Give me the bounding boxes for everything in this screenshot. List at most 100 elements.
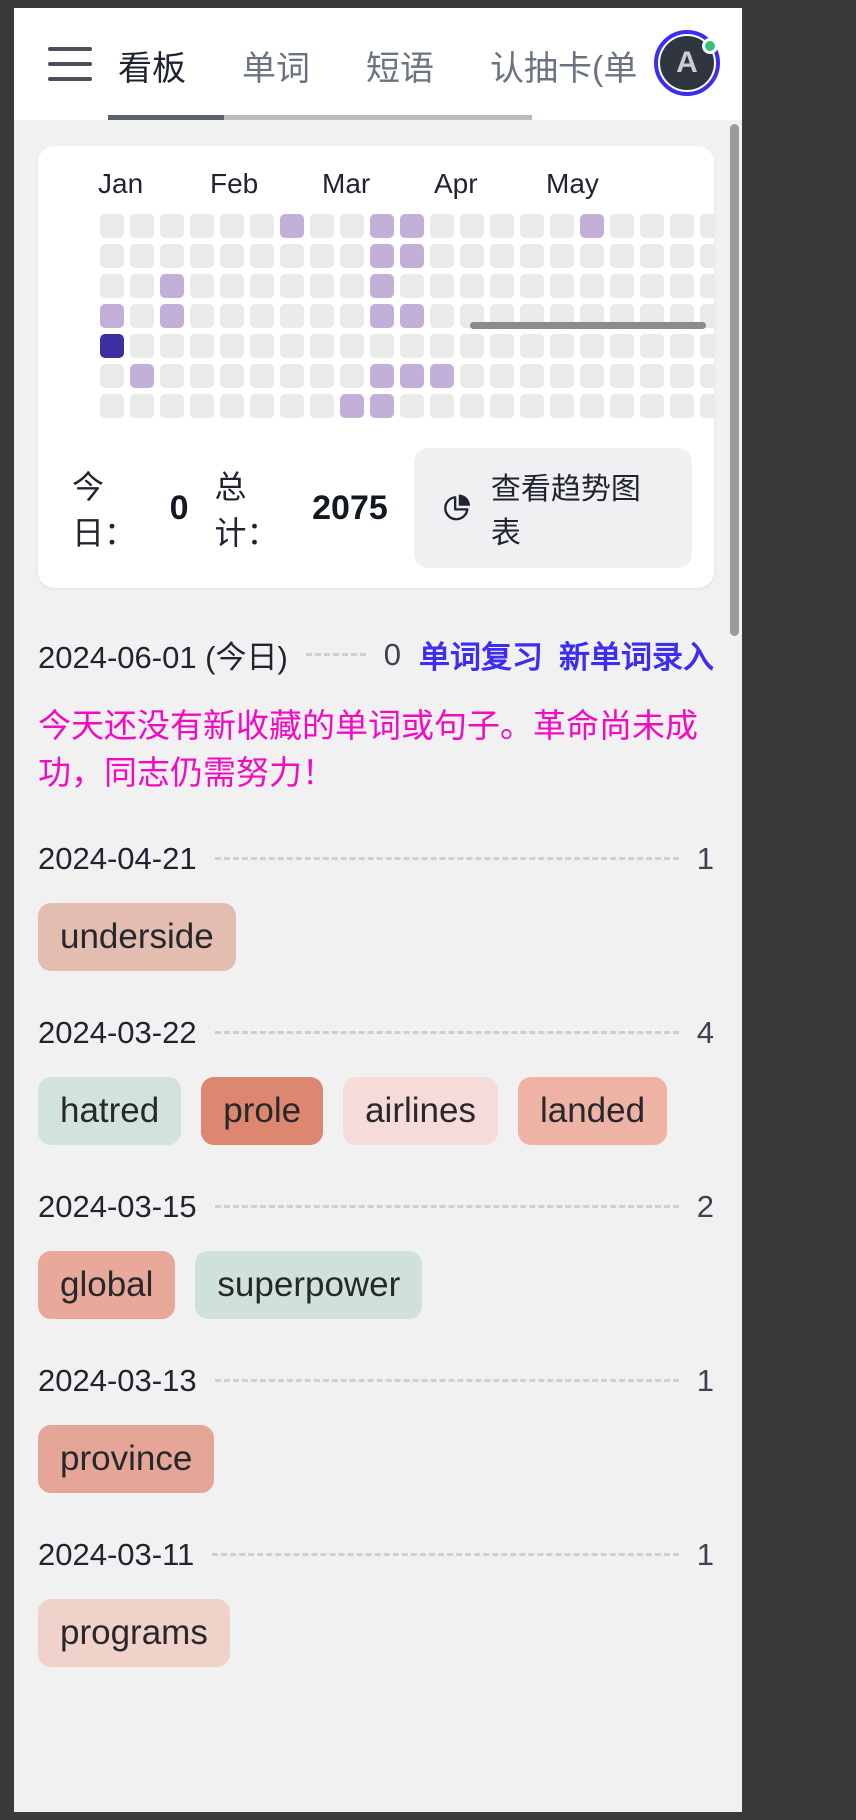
- heatmap-cell[interactable]: [370, 334, 394, 358]
- heatmap-cell[interactable]: [130, 394, 154, 418]
- heatmap-cell[interactable]: [610, 364, 634, 388]
- heatmap-cell[interactable]: [520, 214, 544, 238]
- heatmap-cell[interactable]: [670, 274, 694, 298]
- heatmap-cell[interactable]: [700, 334, 714, 358]
- heatmap-cell[interactable]: [190, 274, 214, 298]
- heatmap-cell[interactable]: [220, 364, 244, 388]
- heatmap-cell[interactable]: [370, 364, 394, 388]
- heatmap-cell[interactable]: [370, 244, 394, 268]
- heatmap-cell[interactable]: [190, 334, 214, 358]
- heatmap-cell[interactable]: [130, 364, 154, 388]
- heatmap-cell[interactable]: [460, 394, 484, 418]
- heatmap-cell[interactable]: [490, 274, 514, 298]
- vertical-scrollbar[interactable]: [730, 124, 739, 636]
- heatmap-cell[interactable]: [430, 394, 454, 418]
- heatmap-cell[interactable]: [520, 364, 544, 388]
- heatmap-cell[interactable]: [430, 274, 454, 298]
- heatmap-cell[interactable]: [310, 274, 334, 298]
- heatmap-cell[interactable]: [670, 214, 694, 238]
- heatmap-cell[interactable]: [160, 304, 184, 328]
- heatmap-cell[interactable]: [280, 394, 304, 418]
- heatmap-cell[interactable]: [490, 244, 514, 268]
- heatmap-cell[interactable]: [430, 244, 454, 268]
- heatmap-cell[interactable]: [340, 244, 364, 268]
- word-tag[interactable]: hatred: [38, 1076, 182, 1145]
- heatmap-cell[interactable]: [340, 364, 364, 388]
- heatmap-cell[interactable]: [580, 274, 604, 298]
- heatmap-cell[interactable]: [250, 304, 274, 328]
- heatmap-cell[interactable]: [490, 394, 514, 418]
- heatmap-cell[interactable]: [190, 244, 214, 268]
- heatmap-cell[interactable]: [160, 364, 184, 388]
- heatmap-cell[interactable]: [280, 244, 304, 268]
- heatmap-cell[interactable]: [670, 334, 694, 358]
- heatmap-cell[interactable]: [400, 334, 424, 358]
- heatmap-cell[interactable]: [610, 394, 634, 418]
- heatmap-cell[interactable]: [250, 364, 274, 388]
- heatmap-cell[interactable]: [550, 244, 574, 268]
- heatmap-grid[interactable]: [100, 214, 714, 418]
- heatmap-cell[interactable]: [340, 274, 364, 298]
- heatmap-cell[interactable]: [550, 334, 574, 358]
- heatmap-cell[interactable]: [490, 364, 514, 388]
- heatmap-cell[interactable]: [100, 274, 124, 298]
- heatmap-cell[interactable]: [130, 244, 154, 268]
- heatmap-cell[interactable]: [610, 334, 634, 358]
- heatmap-cell[interactable]: [550, 364, 574, 388]
- heatmap-cell[interactable]: [520, 274, 544, 298]
- tab-3[interactable]: 认抽卡(单: [490, 41, 637, 120]
- heatmap-cell[interactable]: [130, 334, 154, 358]
- heatmap-cell[interactable]: [550, 394, 574, 418]
- tab-0[interactable]: 看板: [118, 41, 210, 120]
- heatmap-cell[interactable]: [400, 214, 424, 238]
- heatmap-cell[interactable]: [700, 214, 714, 238]
- heatmap-cell[interactable]: [250, 394, 274, 418]
- heatmap-cell[interactable]: [580, 394, 604, 418]
- heatmap-cell[interactable]: [280, 334, 304, 358]
- heatmap-cell[interactable]: [520, 394, 544, 418]
- heatmap-cell[interactable]: [130, 214, 154, 238]
- heatmap-cell[interactable]: [100, 334, 124, 358]
- heatmap-cell[interactable]: [550, 214, 574, 238]
- hamburger-menu-icon[interactable]: [48, 47, 92, 81]
- heatmap-cell[interactable]: [520, 334, 544, 358]
- heatmap-cell[interactable]: [190, 394, 214, 418]
- heatmap-cell[interactable]: [280, 274, 304, 298]
- word-tag[interactable]: airlines: [343, 1076, 498, 1145]
- heatmap-cell[interactable]: [310, 304, 334, 328]
- heatmap-cell[interactable]: [700, 244, 714, 268]
- view-trend-chart-button[interactable]: 查看趋势图表: [413, 448, 692, 568]
- heatmap-cell[interactable]: [610, 244, 634, 268]
- action-link-0[interactable]: 单词复习: [419, 632, 543, 677]
- heatmap-cell[interactable]: [430, 364, 454, 388]
- heatmap-cell[interactable]: [580, 364, 604, 388]
- heatmap-cell[interactable]: [190, 214, 214, 238]
- heatmap-cell[interactable]: [310, 334, 334, 358]
- heatmap-cell[interactable]: [430, 304, 454, 328]
- heatmap-cell[interactable]: [460, 364, 484, 388]
- word-tag[interactable]: programs: [38, 1598, 230, 1667]
- heatmap-cell[interactable]: [160, 394, 184, 418]
- heatmap-cell[interactable]: [310, 244, 334, 268]
- heatmap-cell[interactable]: [130, 274, 154, 298]
- heatmap-cell[interactable]: [400, 244, 424, 268]
- heatmap-cell[interactable]: [580, 214, 604, 238]
- heatmap-cell[interactable]: [400, 304, 424, 328]
- word-tag[interactable]: landed: [517, 1076, 668, 1145]
- heatmap-cell[interactable]: [340, 214, 364, 238]
- heatmap-cell[interactable]: [100, 244, 124, 268]
- heatmap-cell[interactable]: [370, 274, 394, 298]
- heatmap-cell[interactable]: [220, 334, 244, 358]
- avatar[interactable]: A: [654, 30, 720, 96]
- heatmap-cell[interactable]: [550, 274, 574, 298]
- heatmap-cell[interactable]: [250, 214, 274, 238]
- heatmap-cell[interactable]: [190, 304, 214, 328]
- heatmap-cell[interactable]: [670, 244, 694, 268]
- word-tag[interactable]: underside: [38, 902, 236, 971]
- heatmap-cell[interactable]: [220, 274, 244, 298]
- heatmap-cell[interactable]: [340, 334, 364, 358]
- heatmap-cell[interactable]: [370, 304, 394, 328]
- action-link-1[interactable]: 新单词录入: [559, 632, 714, 677]
- heatmap-cell[interactable]: [460, 214, 484, 238]
- heatmap-cell[interactable]: [400, 274, 424, 298]
